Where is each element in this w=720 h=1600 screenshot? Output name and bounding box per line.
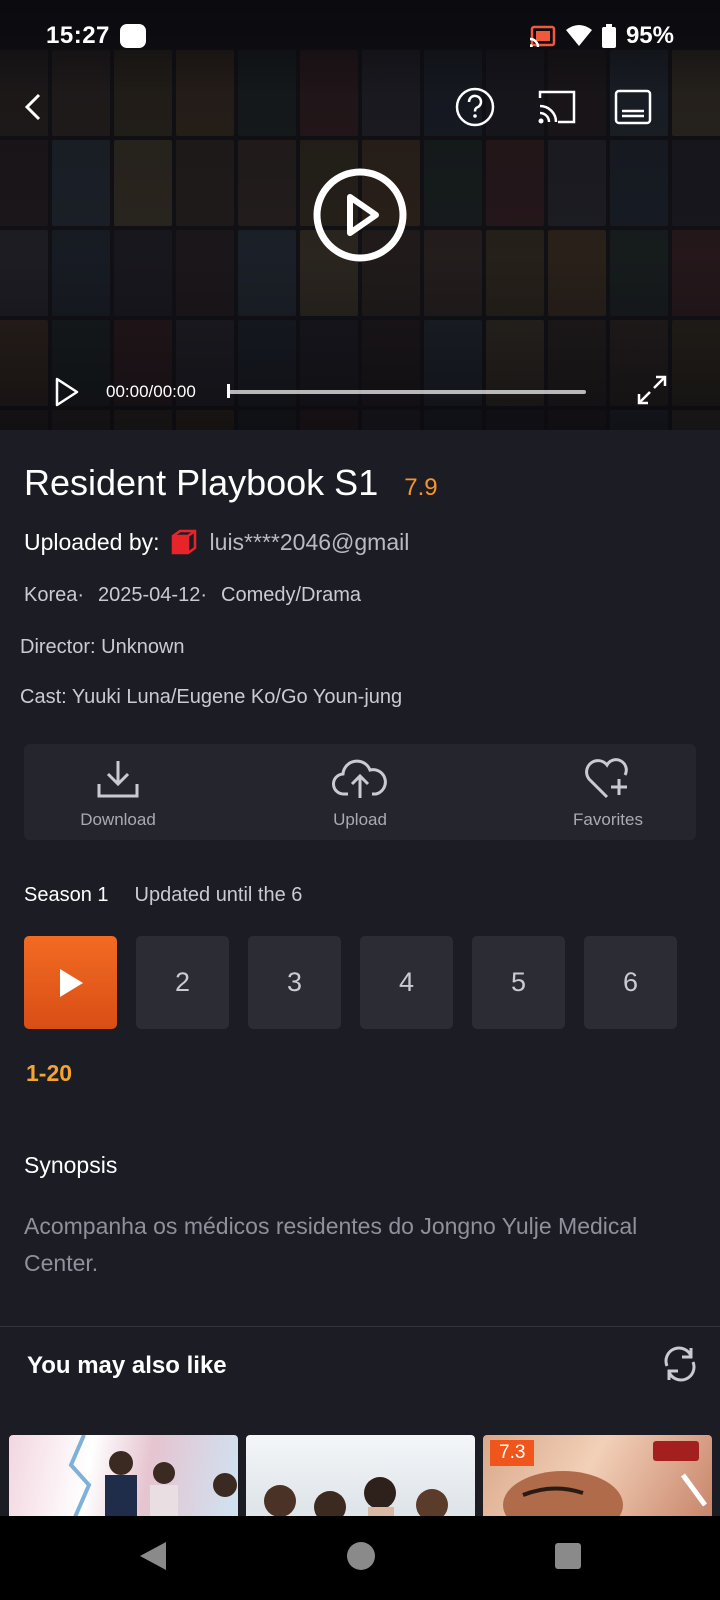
refresh-icon[interactable]	[660, 1344, 700, 1389]
notification-icon	[119, 24, 146, 48]
episode-list: 2 3 4 5 6	[24, 936, 677, 1029]
status-bar: 15:27 95%	[0, 0, 720, 72]
back-nav-icon[interactable]	[138, 1540, 168, 1577]
poster-thumbnail	[68, 1435, 237, 1517]
upload-label: Upload	[333, 810, 387, 829]
box-icon	[170, 528, 198, 556]
favorites-button[interactable]: Favorites	[528, 754, 688, 830]
uploaded-by-label: Uploaded by:	[24, 528, 160, 555]
back-icon[interactable]	[10, 84, 56, 130]
poster-thumbnail	[264, 1477, 448, 1517]
cast: Cast: Yuuki Luna/Eugene Ko/Go Youn-jung	[20, 686, 403, 708]
season-label[interactable]: Season 1	[24, 884, 109, 907]
meta-row: Korea· 2025-04-12· Comedy/Drama	[24, 584, 361, 607]
divider	[0, 1326, 720, 1327]
update-status: Updated until the 6	[134, 884, 303, 906]
play-overlay-icon[interactable]	[312, 167, 408, 263]
heart-plus-icon	[528, 754, 688, 804]
download-icon	[38, 754, 198, 804]
release-date: 2025-04-12·	[98, 584, 207, 606]
subtitles-icon[interactable]	[610, 84, 656, 130]
download-label: Download	[80, 810, 156, 829]
home-nav-icon[interactable]	[346, 1540, 376, 1577]
episode-4-button[interactable]: 4	[360, 936, 453, 1029]
player-controls: 00:00/00:00	[0, 368, 720, 416]
favorites-label: Favorites	[573, 810, 643, 829]
episode-6-button[interactable]: 6	[584, 936, 677, 1029]
help-icon[interactable]	[452, 84, 498, 130]
cast-icon[interactable]	[534, 84, 580, 130]
video-player[interactable]: 15:27 95% 00:00/00:00	[0, 0, 720, 430]
system-nav-bar	[0, 1516, 720, 1600]
fullscreen-icon[interactable]	[636, 374, 668, 411]
recommendation-card[interactable]	[9, 1435, 238, 1517]
episode-1-button[interactable]	[24, 936, 117, 1029]
recents-nav-icon[interactable]	[554, 1540, 582, 1577]
country: Korea·	[24, 584, 85, 606]
uploader-row: Uploaded by: luis****2046@gmail	[24, 528, 409, 556]
upload-button[interactable]: Upload	[280, 754, 440, 830]
recommendation-card[interactable]	[246, 1435, 475, 1517]
play-icon	[59, 968, 83, 997]
episode-range-tab[interactable]: 1-20	[26, 1060, 72, 1087]
uploader-email[interactable]: luis****2046@gmail	[210, 529, 410, 556]
recommendation-list: 7.3	[9, 1435, 712, 1517]
cloud-upload-icon	[280, 754, 440, 804]
seek-bar[interactable]	[228, 390, 586, 394]
seek-handle[interactable]	[227, 384, 230, 398]
episode-5-button[interactable]: 5	[472, 936, 565, 1029]
director: Director: Unknown	[20, 636, 185, 658]
status-time: 15:27	[46, 22, 110, 49]
timecode: 00:00/00:00	[106, 382, 196, 401]
battery-level: 95%	[625, 22, 674, 49]
battery-icon	[601, 24, 616, 48]
episode-3-button[interactable]: 3	[248, 936, 341, 1029]
action-bar: Download Upload Favorites	[24, 744, 696, 840]
genre: Comedy/Drama	[221, 584, 362, 606]
synopsis-title: Synopsis	[24, 1152, 118, 1178]
wifi-icon	[565, 25, 592, 46]
show-title: Resident Playbook S1	[24, 462, 379, 503]
download-button[interactable]: Download	[38, 754, 198, 830]
episode-2-button[interactable]: 2	[136, 936, 229, 1029]
rating-badge: 7.3	[490, 1440, 535, 1466]
season-header: Season 1 Updated until the 6	[24, 884, 302, 907]
cast-connected-icon	[529, 25, 556, 47]
recommendation-card[interactable]: 7.3	[483, 1435, 712, 1517]
recommendations-title: You may also like	[27, 1352, 227, 1379]
play-icon[interactable]	[54, 376, 80, 413]
synopsis-text: Acompanha os médicos residentes do Jongn…	[24, 1213, 638, 1276]
rating: 7.9	[404, 474, 438, 501]
